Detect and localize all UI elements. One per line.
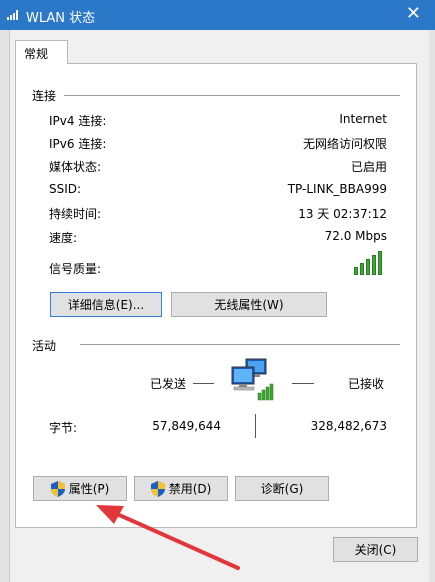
diagnose-button[interactable]: 诊断(G) [235, 476, 329, 501]
sent-dash [193, 383, 214, 384]
details-button[interactable]: 详细信息(E)... [50, 292, 162, 317]
bytes-sent-value: 57,849,644 [152, 419, 221, 433]
diagnose-button-label: 诊断(G) [260, 482, 304, 496]
ipv4-label: IPv4 连接: [49, 114, 107, 128]
ssid-label: SSID: [49, 182, 82, 196]
received-dash [292, 383, 314, 384]
media-state-label: 媒体状态: [49, 160, 102, 174]
properties-button[interactable]: 属性(P) [33, 476, 127, 501]
uac-shield-icon [150, 480, 165, 497]
disable-button-label: 禁用(D) [168, 482, 212, 496]
disable-button[interactable]: 禁用(D) [134, 476, 228, 501]
background-window-edge [0, 30, 10, 582]
network-computers-icon [231, 358, 274, 401]
signal-quality-label: 信号质量: [49, 262, 102, 276]
tab-general[interactable]: 常规 [15, 40, 68, 64]
speed-label: 速度: [49, 231, 78, 245]
ssid-value: TP-LINK_BBA999 [287, 182, 387, 196]
sent-label: 已发送 [150, 377, 187, 391]
properties-button-label: 属性(P) [68, 482, 110, 496]
wifi-signal-icon [7, 10, 21, 20]
background-window-edge-right [429, 30, 435, 582]
received-label: 已接收 [348, 377, 385, 391]
ipv6-value: 无网络访问权限 [302, 137, 387, 151]
signal-bar [366, 259, 370, 275]
title-bar: WLAN 状态 ✕ [0, 0, 435, 30]
media-state-value: 已启用 [350, 160, 387, 174]
signal-bar [360, 263, 364, 275]
signal-bar [378, 251, 382, 275]
close-icon[interactable]: ✕ [406, 4, 421, 24]
close-button[interactable]: 关闭(C) [333, 537, 418, 562]
details-button-label: 详细信息(E)... [67, 298, 145, 312]
duration-value: 13 天 02:37:12 [298, 207, 387, 221]
activity-heading: 活动 [32, 339, 57, 353]
activity-divider [80, 344, 400, 345]
ipv4-value: Internet [339, 112, 387, 126]
signal-bar [354, 267, 358, 275]
bytes-separator [255, 414, 256, 438]
signal-strength-icon [354, 251, 384, 275]
duration-label: 持续时间: [49, 207, 102, 221]
uac-shield-icon [50, 480, 65, 497]
wireless-properties-button[interactable]: 无线属性(W) [171, 292, 327, 317]
bytes-received-value: 328,482,673 [310, 419, 387, 433]
window-title: WLAN 状态 [26, 11, 96, 26]
close-button-label: 关闭(C) [354, 543, 397, 557]
connection-divider [64, 95, 400, 96]
tab-general-label: 常规 [24, 47, 49, 61]
ipv6-label: IPv6 连接: [49, 137, 107, 151]
connection-heading: 连接 [32, 89, 57, 103]
speed-value: 72.0 Mbps [324, 229, 387, 243]
wireless-properties-label: 无线属性(W) [214, 298, 284, 312]
bytes-label: 字节: [49, 421, 78, 435]
signal-bar [372, 255, 376, 275]
